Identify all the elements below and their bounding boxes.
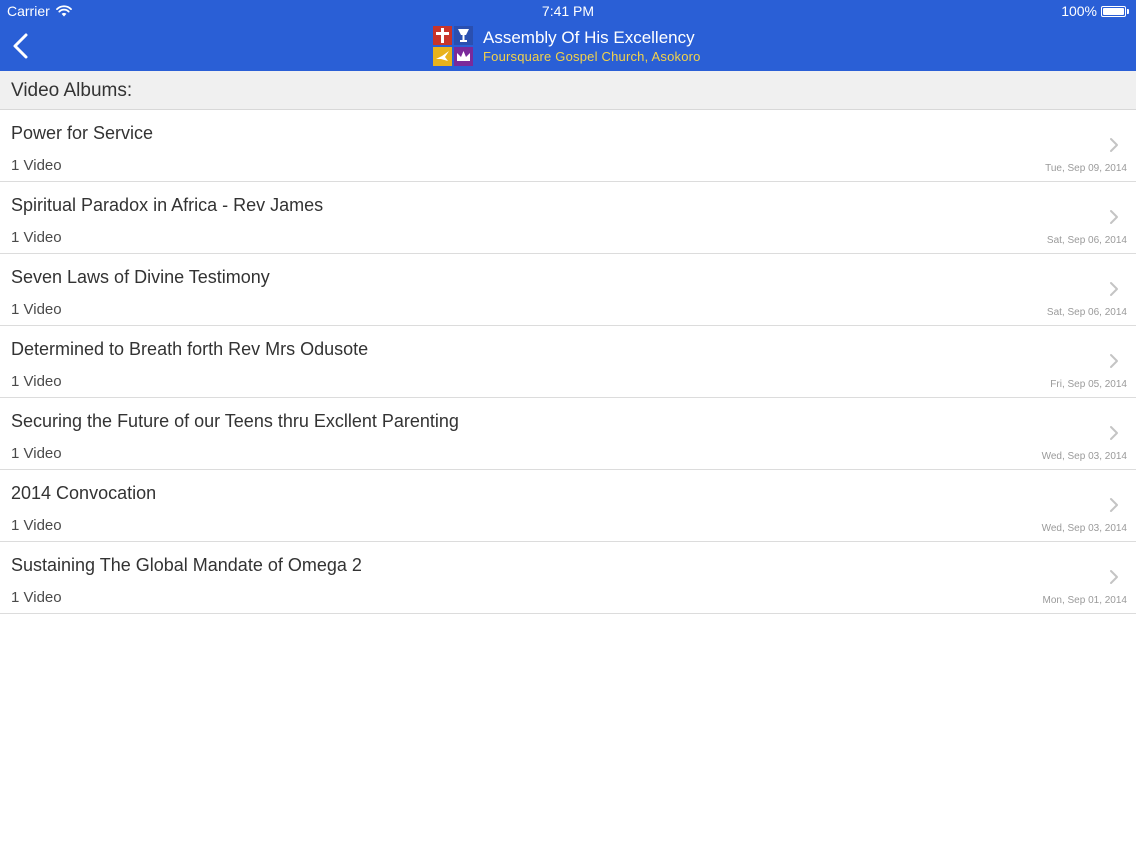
cup-icon [458,29,469,42]
album-row[interactable]: Seven Laws of Divine Testimony 1 Video S… [0,254,1136,326]
battery-percent: 100% [1061,3,1097,19]
album-date: Fri, Sep 05, 2014 [1050,379,1127,390]
chevron-right-icon [1110,426,1118,440]
logo-cup-quadrant [454,26,473,45]
album-video-count: 1 Video [11,517,62,534]
album-video-count: 1 Video [11,301,62,318]
logo-dove-quadrant [433,47,452,66]
album-title: 2014 Convocation [11,483,157,503]
church-logo [433,26,473,66]
album-row[interactable]: 2014 Convocation 1 Video Wed, Sep 03, 20… [0,470,1136,542]
album-title: Power for Service [11,123,154,143]
chevron-right-icon [1110,570,1118,584]
nav-bar: Assembly Of His Excellency Foursquare Go… [0,22,1136,71]
battery-indicator: 100% [1061,3,1129,19]
album-title: Spiritual Paradox in Africa - Rev James [11,195,324,215]
album-date: Mon, Sep 01, 2014 [1042,595,1127,606]
status-bar: Carrier 7:41 PM 100% [0,0,1136,22]
chevron-right-icon [1110,210,1118,224]
dove-icon [436,51,449,61]
header: Carrier 7:41 PM 100% Assembly Of His Exc… [0,0,1136,71]
battery-nub [1127,8,1129,14]
album-row[interactable]: Securing the Future of our Teens thru Ex… [0,398,1136,470]
album-date: Sat, Sep 06, 2014 [1046,307,1127,318]
chevron-right-icon [1110,498,1118,512]
album-title: Sustaining The Global Mandate of Omega 2 [11,555,362,575]
chevron-right-icon [1110,138,1118,152]
album-date: Sat, Sep 06, 2014 [1046,235,1127,246]
church-brand: Assembly Of His Excellency Foursquare Go… [433,26,701,66]
chevron-right-icon [1110,282,1118,296]
cross-icon [436,28,449,43]
crown-icon [457,51,470,61]
album-list: Power for Service 1 Video Tue, Sep 09, 2… [0,110,1136,614]
album-title: Seven Laws of Divine Testimony [11,267,270,287]
section-header: Video Albums: [0,71,1136,110]
album-row[interactable]: Spiritual Paradox in Africa - Rev James … [0,182,1136,254]
album-video-count: 1 Video [11,445,62,462]
brand-text: Assembly Of His Excellency Foursquare Go… [483,28,701,65]
chevron-right-icon [1110,354,1118,368]
chevron-left-icon [13,33,28,59]
album-video-count: 1 Video [11,229,62,246]
album-video-count: 1 Video [11,373,62,390]
section-title: Video Albums: [11,80,133,101]
album-date: Wed, Sep 03, 2014 [1041,523,1127,534]
album-date: Wed, Sep 03, 2014 [1041,451,1127,462]
app-window: Carrier 7:41 PM 100% Assembly Of His Exc… [0,0,1136,852]
album-video-count: 1 Video [11,589,62,606]
album-row[interactable]: Sustaining The Global Mandate of Omega 2… [0,542,1136,614]
album-row[interactable]: Power for Service 1 Video Tue, Sep 09, 2… [0,110,1136,182]
album-title: Securing the Future of our Teens thru Ex… [11,411,459,431]
church-subtitle: Foursquare Gospel Church, Asokoro [483,48,701,64]
logo-crown-quadrant [454,47,473,66]
battery-icon [1101,5,1126,17]
status-time: 7:41 PM [541,3,595,19]
battery-fill [1103,7,1124,15]
album-video-count: 1 Video [11,157,62,174]
album-row[interactable]: Determined to Breath forth Rev Mrs Oduso… [0,326,1136,398]
logo-cross-quadrant [433,26,452,45]
church-name: Assembly Of His Excellency [483,27,695,47]
album-title: Determined to Breath forth Rev Mrs Oduso… [11,339,369,359]
back-button[interactable] [8,32,36,60]
album-date: Tue, Sep 09, 2014 [1045,163,1127,174]
